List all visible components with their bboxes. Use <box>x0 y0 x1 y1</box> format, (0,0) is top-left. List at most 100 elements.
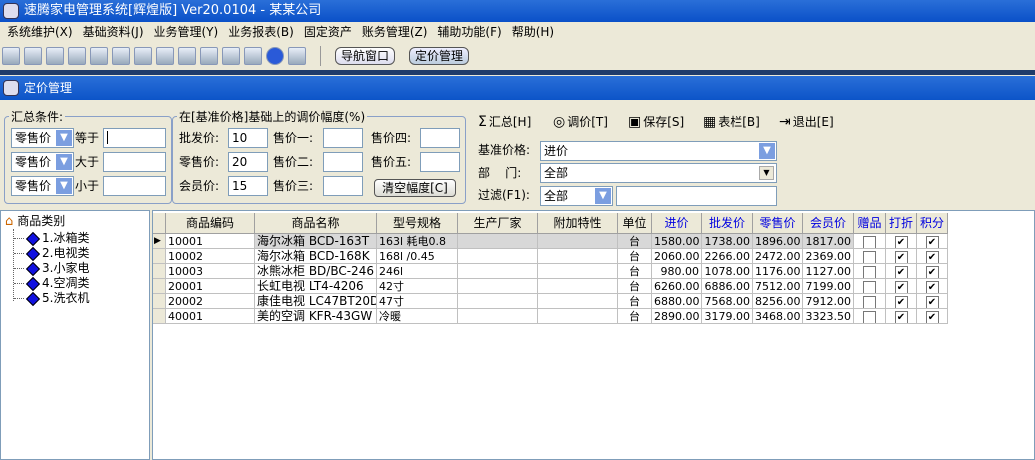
menu-item[interactable]: 系统维护(X) <box>2 22 78 42</box>
column-header[interactable]: 生产厂家 <box>458 213 538 234</box>
column-header[interactable]: 单位 <box>618 213 652 234</box>
row-indicator[interactable] <box>153 309 166 324</box>
grid-cell[interactable] <box>538 294 618 309</box>
grid-cell[interactable]: 8256.00 <box>753 294 803 309</box>
checkbox-cell[interactable] <box>854 234 886 249</box>
grid-cell[interactable]: 冷暖 <box>377 309 458 324</box>
action-button[interactable]: ◎ 调价[T] <box>553 114 608 130</box>
action-button[interactable]: ▦ 表栏[B] <box>703 114 760 130</box>
column-header[interactable]: 型号规格 <box>377 213 458 234</box>
filter-select[interactable]: 全部 ▼ <box>540 186 613 206</box>
menu-item[interactable]: 账务管理(Z) <box>357 22 433 42</box>
grid-cell[interactable]: 163l 耗电0.8 <box>377 234 458 249</box>
window-icon[interactable] <box>46 47 64 65</box>
adjust-input[interactable] <box>323 128 363 148</box>
checkbox-cell[interactable]: ✔ <box>917 249 948 264</box>
grid-cell[interactable]: 1817.00 <box>803 234 854 249</box>
grid-cell[interactable]: 1738.00 <box>702 234 753 249</box>
unchecked-checkbox[interactable] <box>863 265 876 278</box>
help-icon[interactable] <box>266 47 284 65</box>
grid-cell[interactable]: 长虹电视 LT4-4206 <box>255 279 377 294</box>
checked-checkbox[interactable]: ✔ <box>894 235 908 248</box>
grid-cell[interactable] <box>458 294 538 309</box>
row-indicator[interactable] <box>153 264 166 279</box>
grid-cell[interactable]: 20001 <box>166 279 255 294</box>
grid-cell[interactable] <box>538 264 618 279</box>
nav-window-button[interactable]: 导航窗口 <box>335 47 396 65</box>
grid-cell[interactable]: 2472.00 <box>753 249 803 264</box>
checkbox-cell[interactable] <box>854 309 886 324</box>
dropdown-arrow-icon[interactable]: ▼ <box>759 166 774 180</box>
grid-cell[interactable]: 2266.00 <box>702 249 753 264</box>
tree-item[interactable]: 3.小家电 <box>14 261 89 276</box>
calculator-icon[interactable] <box>200 47 218 65</box>
grid-cell[interactable]: 台 <box>618 309 652 324</box>
menu-item[interactable]: 固定资产 <box>299 22 357 42</box>
menu-item[interactable]: 帮助(H) <box>507 22 559 42</box>
grid-cell[interactable]: 2890.00 <box>652 309 702 324</box>
chevron-down-icon[interactable]: ▼ <box>56 154 72 170</box>
grid-cell[interactable]: 1580.00 <box>652 234 702 249</box>
chevron-down-icon[interactable]: ▼ <box>595 188 611 204</box>
grid-cell[interactable]: 1078.00 <box>702 264 753 279</box>
grid-cell[interactable] <box>458 264 538 279</box>
checked-checkbox[interactable]: ✔ <box>894 265 908 278</box>
grid-cell[interactable] <box>458 309 538 324</box>
summary-value-input[interactable] <box>103 152 166 172</box>
grid-cell[interactable]: 7512.00 <box>753 279 803 294</box>
checked-checkbox[interactable]: ✔ <box>894 280 908 293</box>
tree-item[interactable]: 4.空凋类 <box>14 276 89 291</box>
column-header[interactable]: 商品名称 <box>255 213 377 234</box>
summary-field-select[interactable]: 零售价 ▼ <box>11 176 74 196</box>
category-tree[interactable]: ⌂ 商品类别 1.冰箱类 2.电视类 3.小家电 4.空凋类 5.洗衣机 <box>0 210 150 460</box>
checkbox-cell[interactable]: ✔ <box>886 309 917 324</box>
column-header[interactable]: 会员价 <box>803 213 854 234</box>
grid-cell[interactable]: 海尔冰箱 BCD-168K <box>255 249 377 264</box>
column-header[interactable]: 积分 <box>917 213 948 234</box>
grid-cell[interactable]: 6886.00 <box>702 279 753 294</box>
action-button[interactable]: ⇥ 退出[E] <box>779 114 834 130</box>
action-button[interactable]: Σ 汇总[H] <box>478 114 531 130</box>
form-icon[interactable] <box>24 47 42 65</box>
checked-checkbox[interactable]: ✔ <box>894 295 908 308</box>
summary-value-input[interactable] <box>103 176 166 196</box>
pricing-button[interactable]: 定价管理 <box>409 47 470 65</box>
column-header[interactable]: 附加特性 <box>538 213 618 234</box>
grid-cell[interactable] <box>538 279 618 294</box>
checkbox-cell[interactable] <box>854 294 886 309</box>
action-button[interactable]: ▣ 保存[S] <box>628 114 684 130</box>
price-grid[interactable]: 商品编码 商品名称 型号规格 生产厂家 附加特性 单位 进价 批发价 零售价 会员价 赠品 打折 积分 ▶… <box>152 210 1035 460</box>
clear-adjust-button[interactable]: 清空幅度[C] <box>374 179 456 197</box>
checked-checkbox[interactable]: ✔ <box>925 295 939 308</box>
checkbox-cell[interactable] <box>854 264 886 279</box>
checked-checkbox[interactable]: ✔ <box>925 265 939 278</box>
grid-cell[interactable]: 台 <box>618 249 652 264</box>
checked-checkbox[interactable]: ✔ <box>925 280 939 293</box>
adjust-input[interactable] <box>420 128 460 148</box>
grid-cell[interactable]: 10001 <box>166 234 255 249</box>
row-indicator[interactable] <box>153 279 166 294</box>
grid-cell[interactable]: 10003 <box>166 264 255 279</box>
checkbox-cell[interactable]: ✔ <box>886 279 917 294</box>
user-icon[interactable] <box>134 47 152 65</box>
grid-cell[interactable]: 美的空调 KFR-43GW <box>255 309 377 324</box>
checkbox-cell[interactable]: ✔ <box>886 294 917 309</box>
grid-cell[interactable]: 40001 <box>166 309 255 324</box>
adjust-input[interactable]: 20 <box>228 152 268 172</box>
checkbox-cell[interactable]: ✔ <box>886 249 917 264</box>
grid-cell[interactable]: 6260.00 <box>652 279 702 294</box>
menu-item[interactable]: 辅助功能(F) <box>432 22 506 42</box>
checkbox-cell[interactable]: ✔ <box>917 279 948 294</box>
unchecked-checkbox[interactable] <box>863 235 876 248</box>
grid-cell[interactable] <box>538 249 618 264</box>
search-icon[interactable] <box>68 47 86 65</box>
grid-icon[interactable] <box>2 47 20 65</box>
tree-item[interactable]: 2.电视类 <box>14 246 89 261</box>
dept-select[interactable]: 全部 ▼ <box>540 163 777 183</box>
grid-cell[interactable]: 246l <box>377 264 458 279</box>
save-icon[interactable] <box>222 47 240 65</box>
row-indicator[interactable]: ▶ <box>153 234 166 249</box>
checkbox-cell[interactable]: ✔ <box>886 234 917 249</box>
summary-field-select[interactable]: 零售价 ▼ <box>11 152 74 172</box>
unchecked-checkbox[interactable] <box>863 250 876 263</box>
